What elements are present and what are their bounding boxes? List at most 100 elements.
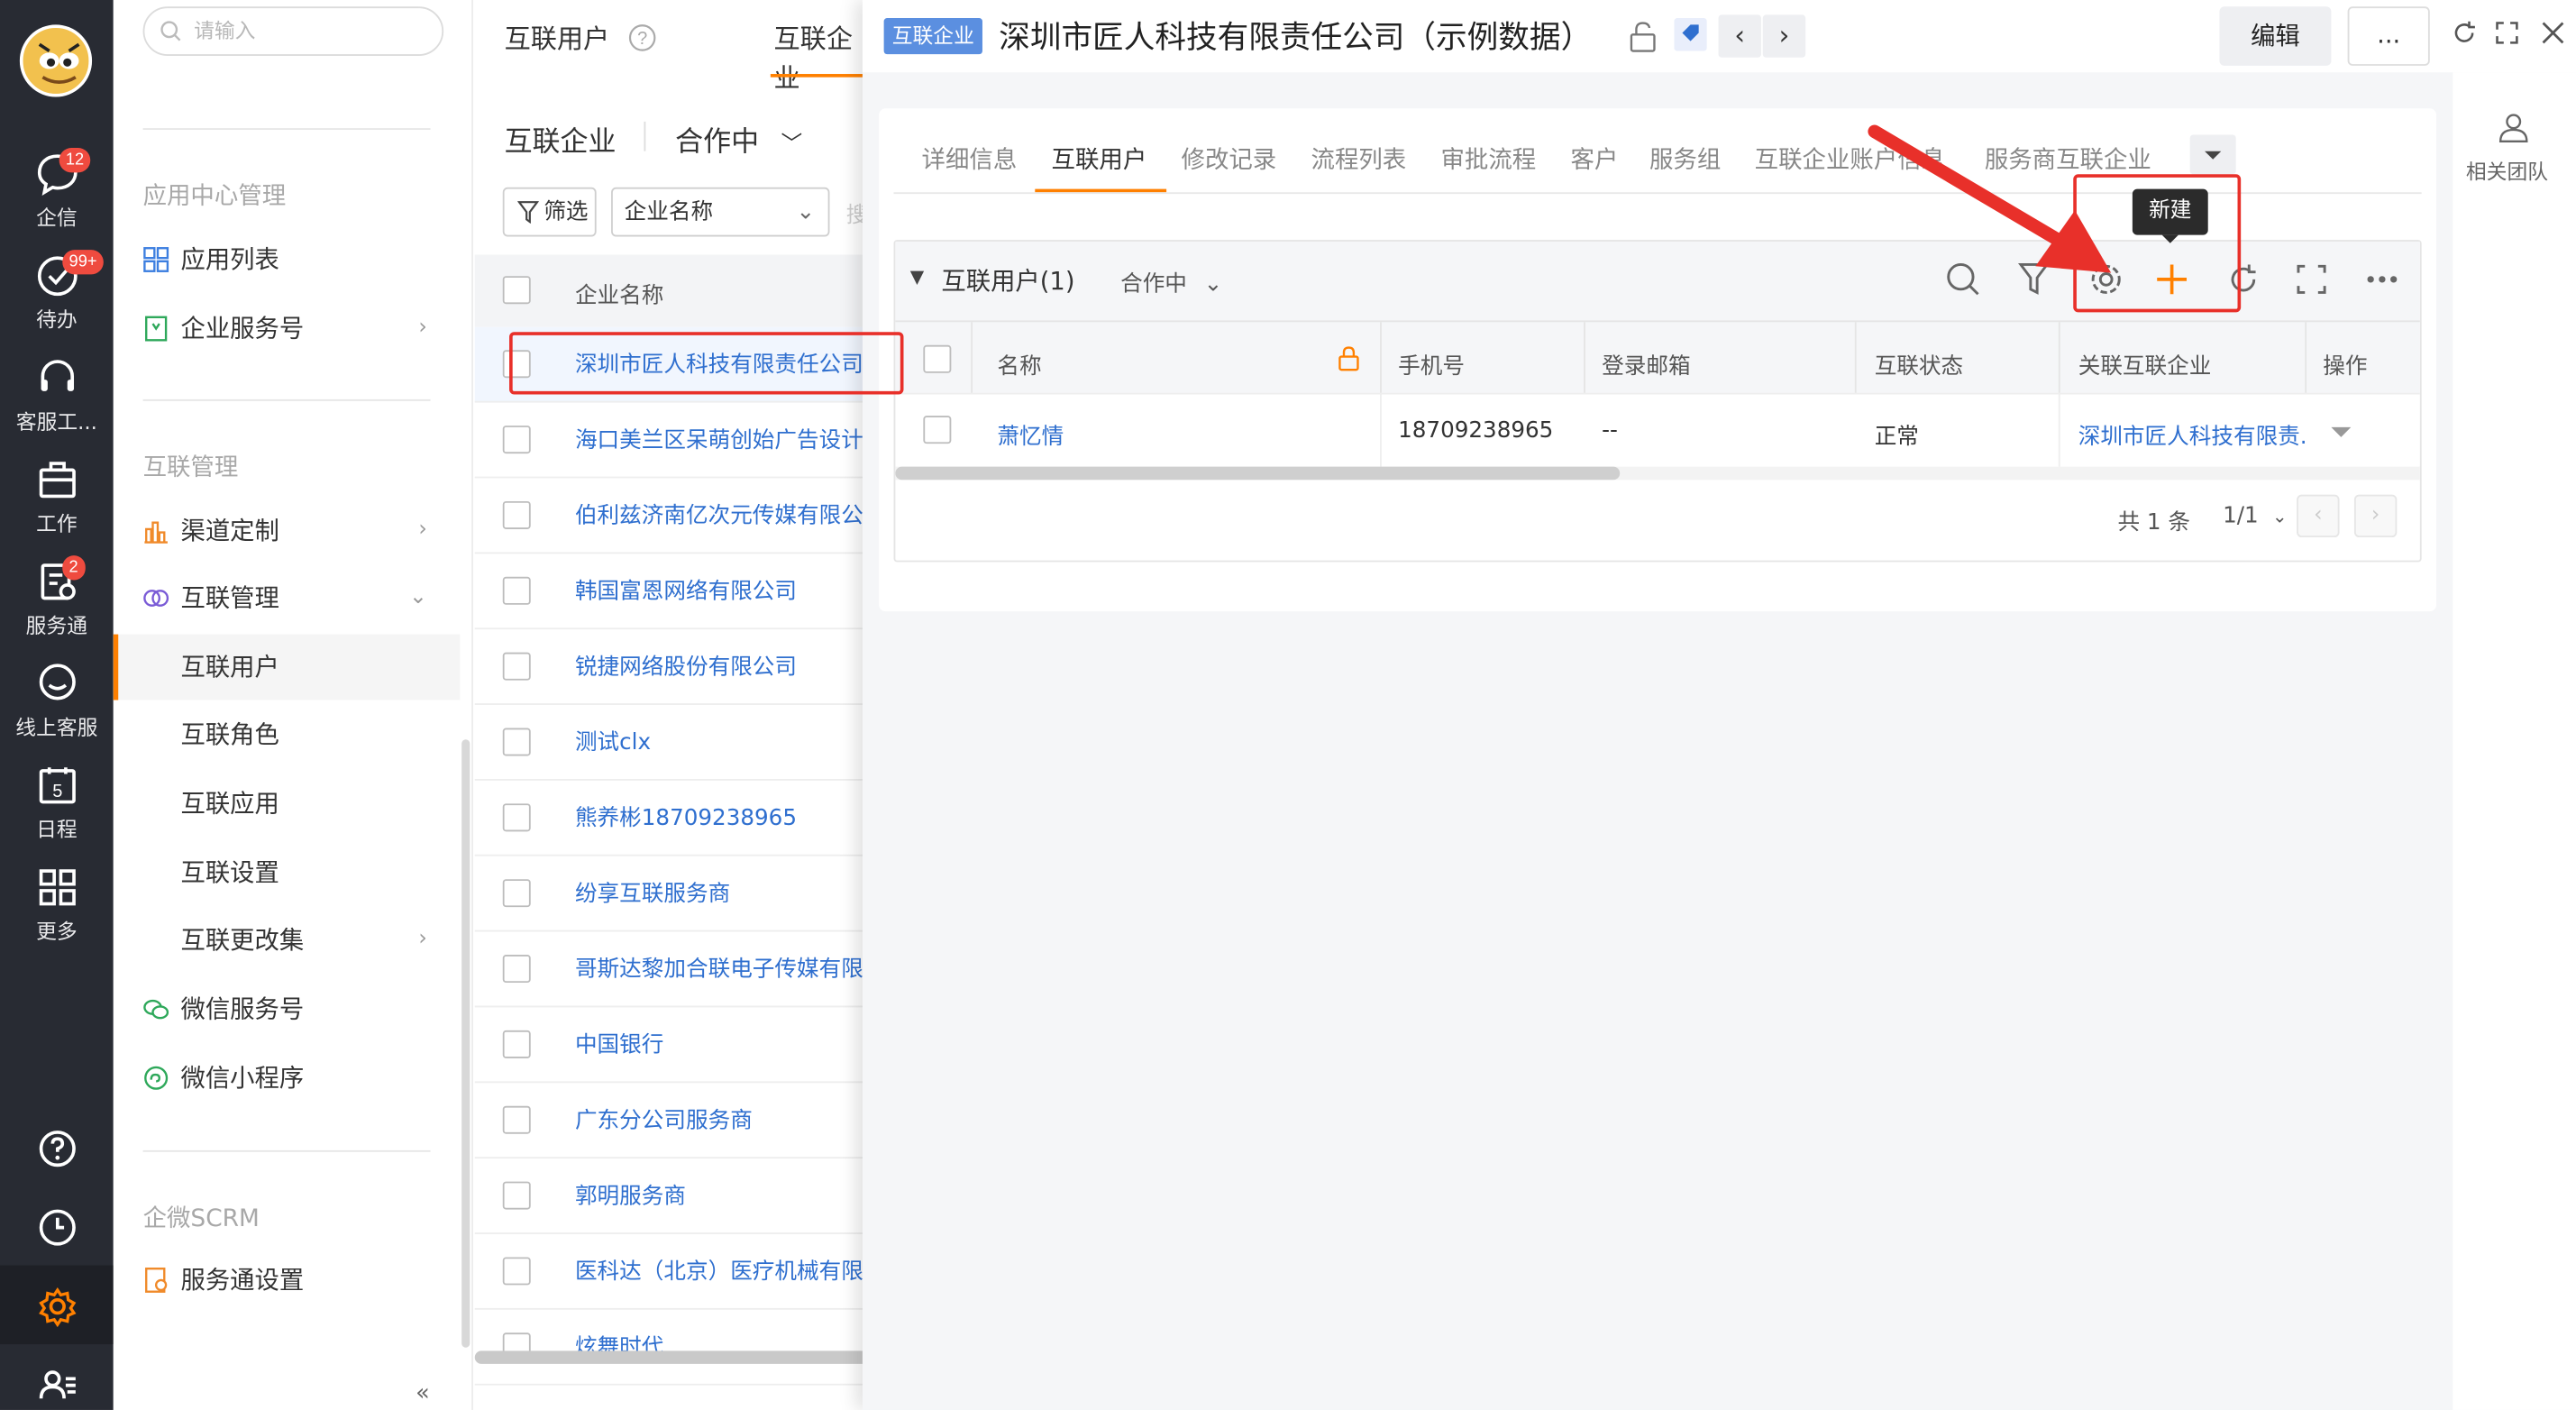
list-horizontal-scrollbar[interactable] xyxy=(474,1350,870,1364)
row-checkbox[interactable] xyxy=(502,1105,531,1134)
row-checkbox[interactable] xyxy=(923,416,952,444)
rail-item-online-support[interactable]: 线上客服 xyxy=(0,661,114,753)
list-item[interactable]: 纷享互联服务商 xyxy=(474,856,870,932)
row-checkbox[interactable] xyxy=(502,1257,531,1286)
nav-item-interconnect-mgmt[interactable]: 互联管理 ⌄ xyxy=(114,565,461,631)
rail-item-support[interactable]: 客服工... xyxy=(0,355,114,447)
row-checkbox[interactable] xyxy=(502,426,531,454)
previous-record-button[interactable]: ‹ xyxy=(1718,14,1761,58)
tab-customers[interactable]: 客户 xyxy=(1571,142,1619,176)
tab-process-list[interactable]: 流程列表 xyxy=(1311,142,1407,176)
nav-subitem-apps[interactable]: 互联应用 xyxy=(114,771,461,837)
nav-item-wechat-service[interactable]: 微信服务号 xyxy=(114,976,461,1042)
refresh-icon[interactable] xyxy=(2451,20,2477,46)
nav-subitem-settings[interactable]: 互联设置 xyxy=(114,839,461,905)
nav-subitem-users[interactable]: 互联用户 xyxy=(113,634,461,700)
tag-icon[interactable] xyxy=(1674,18,1707,51)
enterprise-link[interactable]: 广东分公司服务商 xyxy=(575,1083,869,1158)
fullscreen-icon[interactable] xyxy=(2295,261,2327,298)
collapse-caret-icon[interactable]: ▼ xyxy=(910,266,924,288)
nav-item-enterprise-service[interactable]: 企业服务号 › xyxy=(114,296,461,362)
list-item[interactable]: 广东分公司服务商 xyxy=(474,1083,870,1159)
list-item[interactable]: 熊养彬18709238965 xyxy=(474,781,870,856)
rail-item-more[interactable]: 更多 xyxy=(0,865,114,957)
prev-page-button[interactable]: ‹ xyxy=(2297,494,2340,538)
app-logo[interactable] xyxy=(19,24,93,97)
list-item[interactable]: 韩国富恩网络有限公司 xyxy=(474,554,870,630)
row-checkbox[interactable] xyxy=(502,803,531,832)
row-checkbox[interactable] xyxy=(502,500,531,529)
next-record-button[interactable]: › xyxy=(1762,14,1806,58)
column-header-name[interactable]: 名称 xyxy=(997,347,1041,380)
history-button[interactable] xyxy=(0,1206,114,1249)
rail-item-messages[interactable]: 12 企信 xyxy=(0,148,114,243)
nav-item-service-settings[interactable]: 服务通设置 xyxy=(114,1248,461,1314)
enterprise-link[interactable]: 纷享互联服务商 xyxy=(575,856,869,932)
enterprise-link[interactable]: 韩国富恩网络有限公司 xyxy=(575,554,869,629)
table-horizontal-scrollbar[interactable] xyxy=(895,466,1621,481)
list-item[interactable]: 海口美兰区呆萌创始广告设计店 xyxy=(474,403,870,479)
nav-subitem-changes[interactable]: 互联更改集 › xyxy=(114,907,461,973)
tab-interconnect-users[interactable]: 互联用户 ? xyxy=(505,16,658,56)
tab-details[interactable]: 详细信息 xyxy=(922,142,1018,176)
list-item[interactable]: 伯利兹济南亿次元传媒有限公司 xyxy=(474,478,870,554)
more-tabs-dropdown[interactable] xyxy=(2189,134,2236,175)
nav-search-input[interactable]: 请输入 xyxy=(142,6,444,56)
row-checkbox[interactable] xyxy=(502,955,531,984)
related-team-label[interactable]: 相关团队 xyxy=(2466,154,2548,186)
enterprise-link[interactable]: 海口美兰区呆萌创始广告设计店 xyxy=(575,403,869,479)
table-row[interactable]: 萧忆情 18709238965 -- 正常 深圳市匠人科技有限责... xyxy=(895,392,2420,467)
help-button[interactable] xyxy=(0,1127,114,1169)
company-link[interactable]: 深圳市匠人科技有限责... xyxy=(2078,417,2308,450)
enterprise-link[interactable]: 炫舞时代 xyxy=(575,1310,869,1386)
select-all-checkbox[interactable] xyxy=(923,344,952,373)
column-header-email[interactable]: 登录邮箱 xyxy=(1602,347,1690,380)
column-header-status[interactable]: 互联状态 xyxy=(1875,347,1963,380)
filter-button[interactable]: 筛选 xyxy=(502,187,597,237)
enterprise-link[interactable]: 郭明服务商 xyxy=(575,1158,869,1234)
list-item[interactable]: 医科达（北京）医疗机械有限公司 xyxy=(474,1234,870,1310)
enterprise-link[interactable]: 哥斯达黎加合联电子传媒有限公司 xyxy=(575,932,869,1008)
select-all-checkbox[interactable] xyxy=(502,276,531,305)
list-item[interactable]: 郭明服务商 xyxy=(474,1158,870,1234)
list-item[interactable]: 测试clx xyxy=(474,705,870,781)
nav-scrollbar[interactable] xyxy=(461,739,470,1348)
rail-item-todo[interactable]: 99+ 待办 xyxy=(0,250,114,345)
search-field-select[interactable]: 企业名称 ⌄ xyxy=(611,187,830,237)
row-checkbox[interactable] xyxy=(502,879,531,908)
status-filter-dropdown[interactable]: 合作中 ﹀ xyxy=(675,118,802,159)
nav-item-channel[interactable]: 渠道定制 › xyxy=(114,498,461,563)
user-name-link[interactable]: 萧忆情 xyxy=(997,417,1064,450)
enterprise-link[interactable]: 熊养彬18709238965 xyxy=(575,781,869,856)
tab-change-log[interactable]: 修改记录 xyxy=(1182,142,1277,176)
fullscreen-icon[interactable] xyxy=(2494,20,2520,46)
rail-item-calendar[interactable]: 5 日程 xyxy=(0,763,114,855)
list-item[interactable]: 锐捷网络股份有限公司 xyxy=(474,629,870,705)
team-icon[interactable] xyxy=(2498,112,2530,144)
list-item[interactable]: 中国银行 xyxy=(474,1007,870,1084)
collapse-nav-button[interactable]: « xyxy=(416,1380,430,1406)
next-page-button[interactable]: › xyxy=(2353,494,2398,538)
row-checkbox[interactable] xyxy=(502,576,531,605)
page-size-select[interactable]: 1/1 ⌄ xyxy=(2223,503,2288,529)
enterprise-link[interactable]: 中国银行 xyxy=(575,1007,869,1083)
tab-service-groups[interactable]: 服务组 xyxy=(1649,142,1721,176)
rail-item-service[interactable]: 2 服务通 xyxy=(0,555,114,651)
row-checkbox[interactable] xyxy=(502,1181,531,1210)
row-checkbox[interactable] xyxy=(502,652,531,681)
settings-button[interactable] xyxy=(0,1285,114,1328)
unlock-icon[interactable] xyxy=(1628,20,1658,52)
org-button[interactable] xyxy=(0,1364,114,1406)
nav-item-wechat-mini[interactable]: 微信小程序 xyxy=(114,1045,461,1111)
tab-interconnect-enterprises[interactable]: 互联企业 xyxy=(773,16,869,95)
enterprise-link[interactable]: 锐捷网络股份有限公司 xyxy=(575,629,869,705)
list-item[interactable]: 炫舞时代 xyxy=(474,1310,870,1386)
more-dots-icon[interactable] xyxy=(2364,261,2400,298)
list-item[interactable]: 哥斯达黎加合联电子传媒有限公司 xyxy=(474,932,870,1008)
close-icon[interactable] xyxy=(2540,20,2566,46)
tab-interconnect-users[interactable]: 互联用户 xyxy=(1052,142,1147,176)
row-checkbox[interactable] xyxy=(502,728,531,756)
enterprise-link[interactable]: 医科达（北京）医疗机械有限公司 xyxy=(575,1234,869,1310)
column-header-phone[interactable]: 手机号 xyxy=(1398,347,1465,380)
row-checkbox[interactable] xyxy=(502,1030,531,1058)
